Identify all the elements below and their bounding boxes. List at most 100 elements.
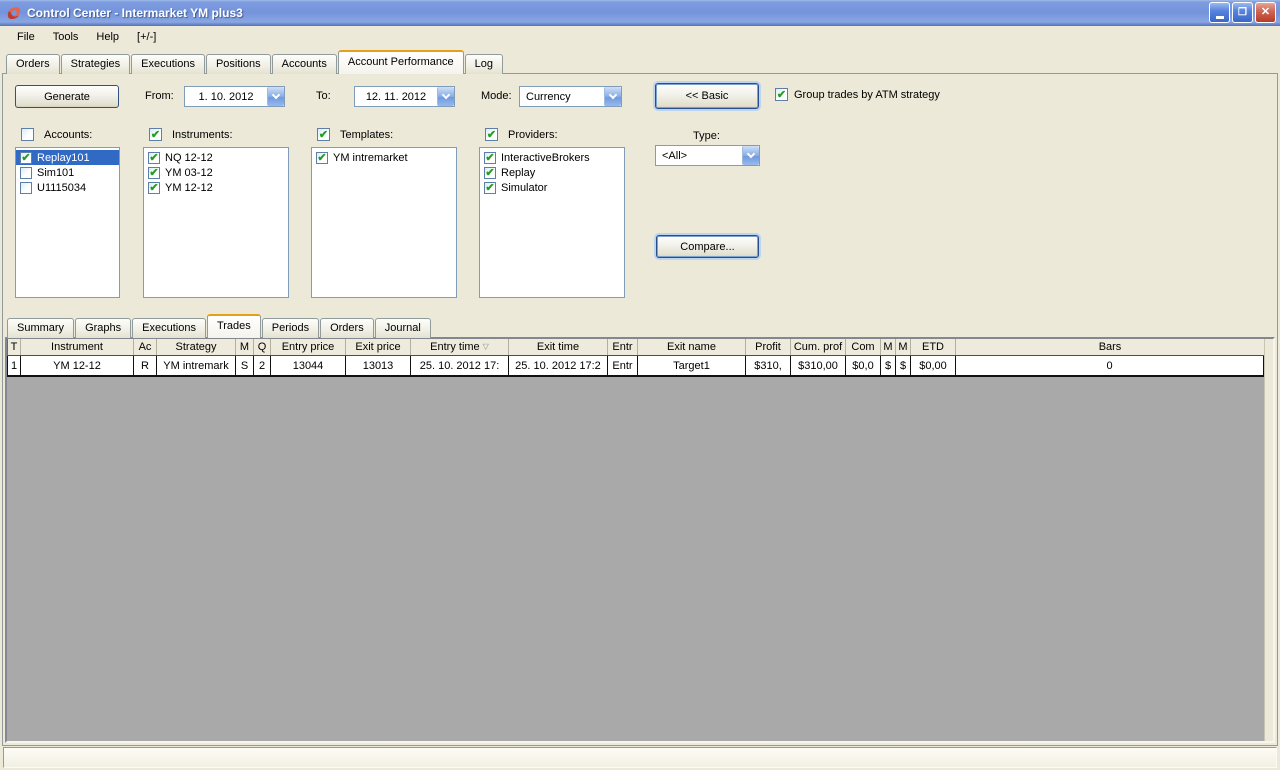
- column-header[interactable]: Profit: [746, 339, 791, 355]
- instruments-listbox[interactable]: NQ 12-12 YM 03-12 YM 12-12: [143, 147, 289, 298]
- templates-filter-header[interactable]: Templates:: [317, 128, 393, 141]
- accounts-checkbox[interactable]: [21, 128, 34, 141]
- list-item[interactable]: InteractiveBrokers: [480, 150, 624, 165]
- vertical-scrollbar-track[interactable]: [1264, 339, 1273, 741]
- type-dropdown-button[interactable]: [742, 146, 759, 165]
- list-item[interactable]: U1115034: [16, 180, 119, 195]
- table-cell: 25. 10. 2012 17:: [411, 356, 509, 375]
- subtab-orders[interactable]: Orders: [320, 318, 374, 338]
- column-header[interactable]: Exit time: [509, 339, 608, 355]
- mode-combobox[interactable]: Currency: [519, 86, 622, 107]
- item-checkbox[interactable]: [148, 151, 160, 164]
- providers-listbox[interactable]: InteractiveBrokers Replay Simulator: [479, 147, 625, 298]
- from-date-value: 1. 10. 2012: [198, 90, 254, 103]
- minimize-button[interactable]: [1209, 2, 1230, 23]
- item-checkbox[interactable]: [148, 166, 160, 179]
- subtab-executions[interactable]: Executions: [132, 318, 206, 338]
- list-item[interactable]: Sim101: [16, 165, 119, 180]
- column-header[interactable]: M: [896, 339, 911, 355]
- subtab-trades[interactable]: Trades: [206, 314, 261, 338]
- column-header[interactable]: Ac: [134, 339, 157, 355]
- subtab-periods[interactable]: Periods: [261, 318, 320, 338]
- column-header[interactable]: Cum. prof: [791, 339, 846, 355]
- tab-accounts[interactable]: Accounts: [271, 54, 337, 74]
- column-header[interactable]: Q: [254, 339, 271, 355]
- list-item[interactable]: Replay: [480, 165, 624, 180]
- list-item[interactable]: Simulator: [480, 180, 624, 195]
- instruments-checkbox[interactable]: [149, 128, 162, 141]
- column-header[interactable]: Exit price: [346, 339, 411, 355]
- templates-listbox[interactable]: YM intremarket: [311, 147, 457, 298]
- item-checkbox[interactable]: [484, 181, 496, 194]
- tab-orders[interactable]: Orders: [6, 54, 60, 74]
- column-header-sorted[interactable]: Entry time ▽: [411, 339, 509, 355]
- column-header[interactable]: T: [8, 339, 21, 355]
- item-label: YM 12-12: [165, 181, 213, 194]
- column-header[interactable]: Strategy: [157, 339, 236, 355]
- table-cell: 13044: [271, 356, 346, 375]
- list-item[interactable]: Replay101: [16, 150, 119, 165]
- column-header[interactable]: Com: [846, 339, 881, 355]
- subtab-summary[interactable]: Summary: [7, 318, 75, 338]
- type-combobox[interactable]: <All>: [655, 145, 760, 166]
- accounts-filter-header[interactable]: Accounts:: [21, 128, 92, 141]
- subtab-graphs[interactable]: Graphs: [75, 318, 132, 338]
- item-label: Replay101: [37, 151, 90, 164]
- group-trades-checkbox[interactable]: [775, 88, 788, 101]
- item-checkbox[interactable]: [20, 166, 32, 179]
- column-header[interactable]: ETD: [911, 339, 956, 355]
- column-header[interactable]: Entr: [608, 339, 638, 355]
- chevron-down-icon: [271, 90, 281, 100]
- tab-log[interactable]: Log: [464, 54, 503, 74]
- type-value: <All>: [662, 149, 688, 162]
- title-bar[interactable]: Control Center - Intermarket YM plus3 ❐ …: [0, 0, 1280, 26]
- item-checkbox[interactable]: [484, 151, 496, 164]
- generate-button[interactable]: Generate: [15, 85, 119, 108]
- basic-toggle-button[interactable]: << Basic: [655, 83, 759, 109]
- item-checkbox[interactable]: [20, 181, 32, 194]
- tab-executions[interactable]: Executions: [131, 54, 205, 74]
- menu-tools[interactable]: Tools: [44, 28, 88, 46]
- tab-positions[interactable]: Positions: [205, 54, 271, 74]
- table-cell: $: [896, 356, 911, 375]
- column-header[interactable]: M: [236, 339, 254, 355]
- table-row[interactable]: 1 YM 12-12 R YM intremark S 2 13044 1301…: [7, 356, 1264, 377]
- list-item[interactable]: NQ 12-12: [144, 150, 288, 165]
- item-checkbox[interactable]: [484, 166, 496, 179]
- item-checkbox[interactable]: [20, 151, 32, 164]
- providers-checkbox[interactable]: [485, 128, 498, 141]
- tab-strategies[interactable]: Strategies: [60, 54, 131, 74]
- column-header[interactable]: Bars: [956, 339, 1264, 355]
- accounts-listbox[interactable]: Replay101 Sim101 U1115034: [15, 147, 120, 298]
- group-trades-checkbox-row[interactable]: Group trades by ATM strategy: [775, 88, 940, 101]
- close-button[interactable]: ✕: [1255, 2, 1276, 23]
- table-cell: 25. 10. 2012 17:2: [509, 356, 608, 375]
- list-item[interactable]: YM intremarket: [312, 150, 456, 165]
- templates-checkbox[interactable]: [317, 128, 330, 141]
- subtab-journal[interactable]: Journal: [374, 318, 431, 338]
- item-label: InteractiveBrokers: [501, 151, 590, 164]
- column-header[interactable]: Entry price: [271, 339, 346, 355]
- tab-account-performance[interactable]: Account Performance: [337, 50, 464, 74]
- instruments-filter-header[interactable]: Instruments:: [149, 128, 233, 141]
- list-item[interactable]: YM 03-12: [144, 165, 288, 180]
- item-checkbox[interactable]: [148, 181, 160, 194]
- from-date-dropdown-button[interactable]: [267, 87, 284, 106]
- restore-button[interactable]: ❐: [1232, 2, 1253, 23]
- menu-help[interactable]: Help: [87, 28, 128, 46]
- item-label: Simulator: [501, 181, 548, 194]
- list-item[interactable]: YM 12-12: [144, 180, 288, 195]
- item-checkbox[interactable]: [316, 151, 328, 164]
- accounts-label: Accounts:: [44, 128, 93, 141]
- to-date-combobox[interactable]: 12. 11. 2012: [354, 86, 455, 107]
- compare-button[interactable]: Compare...: [656, 235, 759, 258]
- column-header[interactable]: Instrument: [21, 339, 134, 355]
- menu-plus-minus[interactable]: [+/-]: [128, 28, 165, 46]
- column-header[interactable]: M: [881, 339, 896, 355]
- menu-file[interactable]: File: [8, 28, 44, 46]
- column-header[interactable]: Exit name: [638, 339, 746, 355]
- to-date-dropdown-button[interactable]: [437, 87, 454, 106]
- providers-filter-header[interactable]: Providers:: [485, 128, 558, 141]
- mode-dropdown-button[interactable]: [604, 87, 621, 106]
- from-date-combobox[interactable]: 1. 10. 2012: [184, 86, 285, 107]
